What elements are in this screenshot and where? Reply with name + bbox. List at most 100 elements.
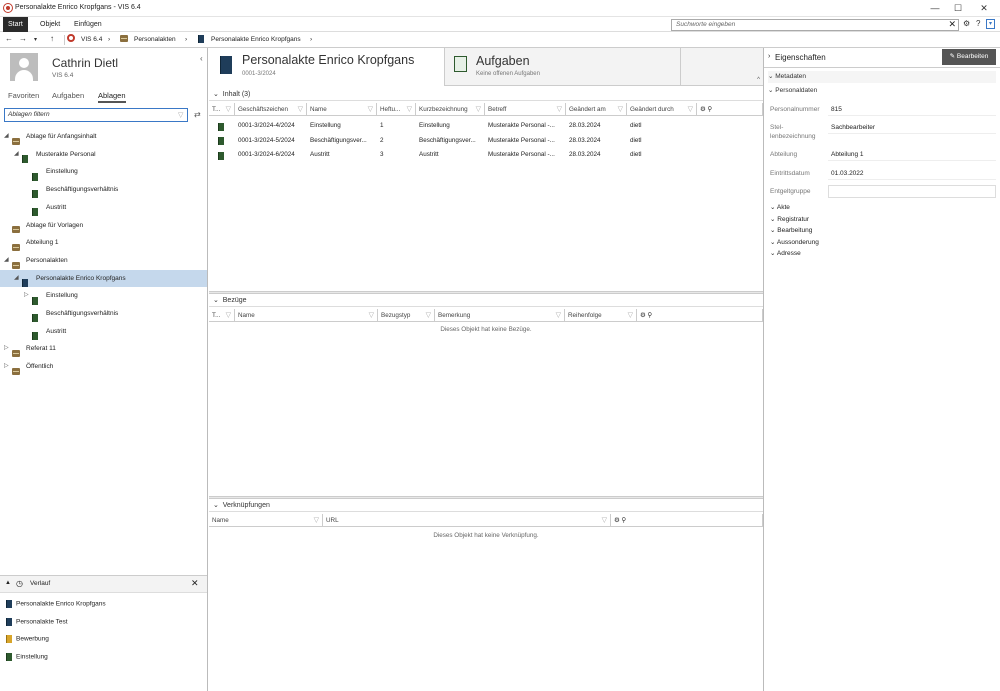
expand-icon[interactable]: ◢ xyxy=(4,252,9,269)
column-header[interactable]: T... ▽ xyxy=(209,309,235,322)
tree-item[interactable]: ▷ Referat 11 xyxy=(0,340,207,358)
column-header[interactable]: Reihenfolge ▽ xyxy=(565,309,637,322)
filter-icon[interactable]: ▽ xyxy=(369,309,374,321)
column-header[interactable]: Geändert am ▽ xyxy=(566,103,627,116)
tree-item[interactable]: ▷ Einstellung xyxy=(0,287,207,305)
expand-icon[interactable]: ◢ xyxy=(14,270,19,287)
column-settings[interactable]: ⚙ ⚲ xyxy=(697,103,763,116)
filter-icon[interactable]: ▽ xyxy=(178,111,183,119)
property-group[interactable]: ⌄ Registratur xyxy=(770,215,809,223)
filter-icon[interactable]: ▽ xyxy=(476,103,481,115)
tree-item[interactable]: Beschäftigungsverhältnis xyxy=(0,181,207,199)
collapse-panel-icon[interactable]: ‹ xyxy=(200,54,203,63)
filter-icon[interactable]: ▽ xyxy=(628,309,633,321)
filter-icon[interactable]: ▽ xyxy=(407,103,412,115)
tab-favoriten[interactable]: Favoriten xyxy=(8,91,39,100)
filter-icon[interactable]: ▽ xyxy=(298,103,303,115)
collapse-arrow-icon[interactable]: ▷ xyxy=(4,358,9,375)
column-header[interactable]: Geändert durch ▽ xyxy=(627,103,697,116)
collapse-properties-icon[interactable]: › xyxy=(768,53,770,60)
expand-icon[interactable]: ◢ xyxy=(14,146,19,163)
section-bezuege-header[interactable]: ⌄ Bezüge xyxy=(209,294,763,307)
column-header[interactable]: Name ▽ xyxy=(307,103,377,116)
column-header[interactable]: Name ▽ xyxy=(235,309,378,322)
history-item[interactable]: Einstellung xyxy=(6,652,48,661)
column-settings[interactable]: ⚙ ⚲ xyxy=(611,514,763,527)
tree-item[interactable]: Austritt xyxy=(0,199,207,217)
metadata-section[interactable]: ⌄ Metadaten xyxy=(768,71,996,83)
filter-icon[interactable]: ▽ xyxy=(226,103,231,115)
menu-objekt[interactable]: Objekt xyxy=(35,17,65,32)
personal-data-section[interactable]: ⌄ Personaldaten xyxy=(768,85,996,97)
property-group[interactable]: ⌄ Bearbeitung xyxy=(770,226,812,234)
history-item[interactable]: Personalakte Test xyxy=(6,617,68,626)
forward-arrow-icon[interactable]: → xyxy=(19,34,27,43)
filter-icon[interactable]: ▽ xyxy=(688,103,693,115)
property-value[interactable] xyxy=(828,185,996,198)
filter-icon[interactable]: ▽ xyxy=(426,309,431,321)
close-window-button[interactable]: ✕ xyxy=(973,2,995,15)
column-settings[interactable]: ⚙ ⚲ xyxy=(637,309,763,322)
column-header[interactable]: Heftu... ▽ xyxy=(377,103,416,116)
search-input[interactable]: Suchworte eingeben ✕ xyxy=(671,19,959,31)
minimize-button[interactable]: — xyxy=(924,2,946,15)
filter-icon[interactable]: ▽ xyxy=(226,309,231,321)
property-group[interactable]: ⌄ Adresse xyxy=(770,249,801,257)
column-header[interactable]: Betreff ▽ xyxy=(485,103,566,116)
filter-icon[interactable]: ▽ xyxy=(618,103,623,115)
section-verknuepfungen-header[interactable]: ⌄ Verknüpfungen xyxy=(209,499,763,512)
tab-aufgaben[interactable]: Aufgaben xyxy=(52,91,84,100)
collapse-arrow-icon[interactable]: ▷ xyxy=(24,287,29,304)
clear-search-icon[interactable]: ✕ xyxy=(948,19,956,30)
tree-item[interactable]: ◢ Personalakte Enrico Kropfgans xyxy=(0,269,207,287)
column-header[interactable]: Geschäftszeichen ▽ xyxy=(235,103,307,116)
filter-icon[interactable]: ▽ xyxy=(314,514,319,526)
up-arrow-icon[interactable]: ↑ xyxy=(50,34,54,43)
tab-tasks[interactable]: Aufgaben Keine offenen Aufgaben xyxy=(445,48,681,86)
property-group[interactable]: ⌄ Akte xyxy=(770,203,790,211)
tree-item[interactable]: ◢ Musterakte Personal xyxy=(0,146,207,163)
history-item[interactable]: Bewerbung xyxy=(6,635,49,643)
property-group[interactable]: ⌄ Aussonderung xyxy=(770,238,819,246)
expand-icon[interactable]: ◢ xyxy=(4,128,9,145)
property-value[interactable]: 815 xyxy=(828,103,996,116)
property-value[interactable]: Abteilung 1 xyxy=(828,148,996,161)
collapse-history-icon[interactable]: ▲ xyxy=(5,580,11,586)
tree-item[interactable]: Einstellung xyxy=(0,163,207,181)
menu-start[interactable]: Start xyxy=(3,17,28,32)
tree-item[interactable]: ◢ Ablage für Anfangsinhalt xyxy=(0,128,207,145)
column-header[interactable]: Kurzbezeichnung ▽ xyxy=(416,103,485,116)
history-item[interactable]: Personalakte Enrico Kropfgans xyxy=(6,600,106,608)
filter-icon[interactable]: ▽ xyxy=(557,103,562,115)
column-header[interactable]: URL ▽ xyxy=(323,514,611,527)
collapse-tabs-icon[interactable]: ^ xyxy=(757,77,760,83)
filter-input[interactable]: Ablagen filtern xyxy=(4,108,188,122)
maximize-button[interactable]: ☐ xyxy=(947,2,969,15)
tree-item[interactable]: Abteilung 1 xyxy=(0,234,207,251)
search-settings-icon[interactable]: ⚙ xyxy=(963,19,970,28)
breadcrumb-personalakten[interactable]: Personalakten xyxy=(134,36,176,43)
column-header[interactable]: Name ▽ xyxy=(209,514,323,527)
tree-item[interactable]: ◢ Personalakten xyxy=(0,252,207,269)
filter-icon[interactable]: ▽ xyxy=(368,103,373,115)
tree-item[interactable]: Beschäftigungsverhältnis xyxy=(0,305,207,323)
column-header[interactable]: Bezugstyp ▽ xyxy=(378,309,435,322)
filter-icon[interactable]: ▽ xyxy=(556,309,561,321)
ribbon-collapse-icon[interactable]: ▾ xyxy=(986,19,995,29)
tab-document[interactable]: Personalakte Enrico Kropfgans 0001-3/202… xyxy=(209,48,445,86)
collapse-arrow-icon[interactable]: ▷ xyxy=(4,340,9,357)
column-header[interactable]: T... ▽ xyxy=(209,103,235,116)
menu-einfuegen[interactable]: Einfügen xyxy=(69,17,107,32)
table-row[interactable]: 0001-3/2024-6/2024 Austritt 3 Austritt Muste… xyxy=(209,148,763,162)
table-row[interactable]: 0001-3/2024-5/2024 Beschäftigungsver... 2 B… xyxy=(209,134,763,148)
tree-item[interactable]: Ablage für Vorlagen xyxy=(0,217,207,234)
back-arrow-icon[interactable]: ← xyxy=(5,34,13,43)
tab-ablagen[interactable]: Ablagen xyxy=(98,91,126,103)
sort-options-icon[interactable]: ⇄ xyxy=(194,110,201,119)
close-history-icon[interactable]: ✕ xyxy=(191,578,199,589)
help-icon[interactable]: ? xyxy=(976,19,980,28)
property-value[interactable]: Sachbearbeiter xyxy=(828,121,996,134)
filter-icon[interactable]: ▽ xyxy=(602,514,607,526)
section-inhalt-header[interactable]: ⌄ Inhalt (3) xyxy=(209,88,763,101)
column-header[interactable]: Bemerkung ▽ xyxy=(435,309,565,322)
